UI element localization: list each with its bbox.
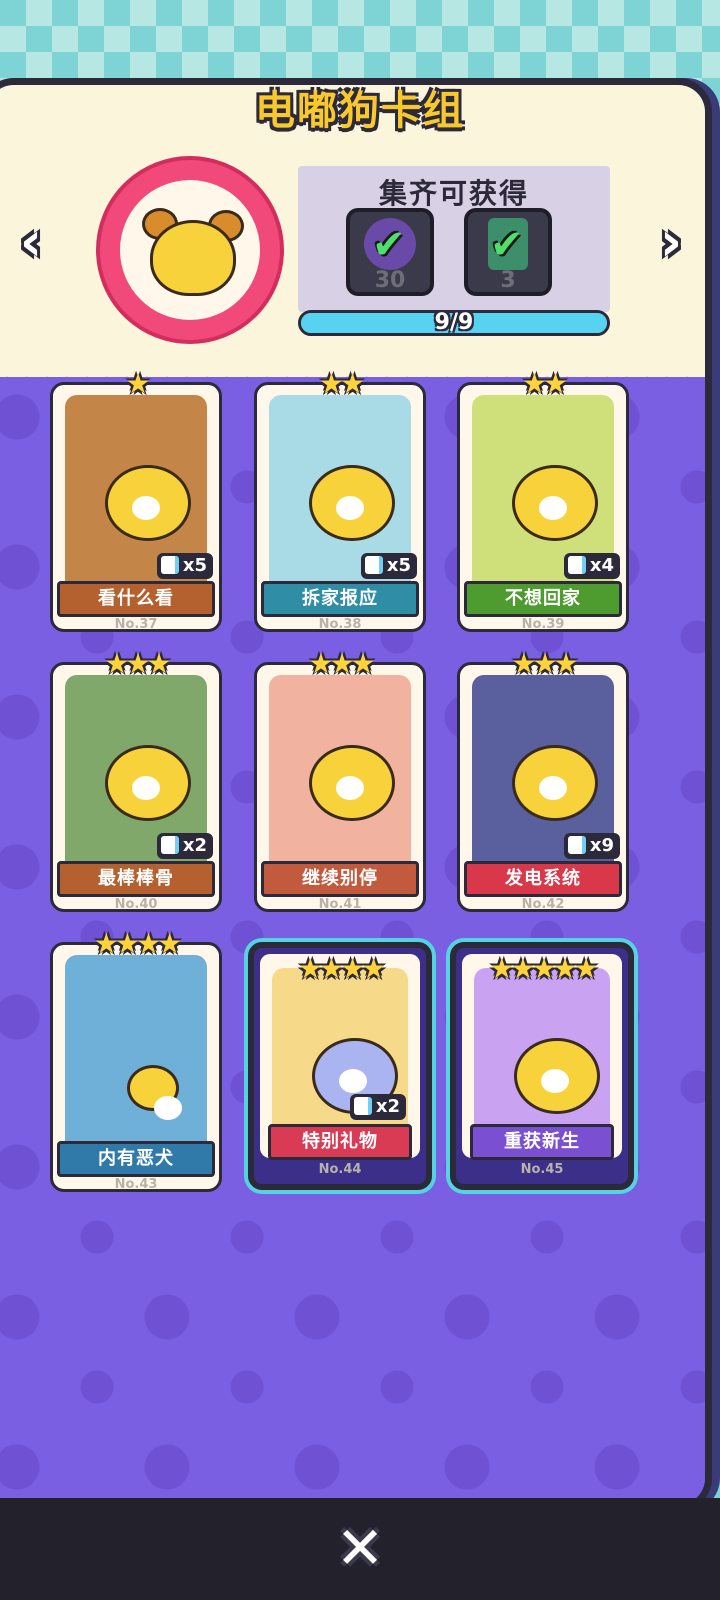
dog-icon	[309, 745, 395, 821]
card-number: No.40	[114, 897, 158, 912]
card-name-ribbon: 看什么看	[57, 581, 215, 617]
card-number: No.44	[318, 1162, 362, 1177]
card-count-badge: x5	[360, 553, 417, 579]
card-number: No.38	[318, 617, 362, 632]
card-count-badge: x4	[563, 553, 620, 579]
checkmark-icon: ✔	[490, 222, 524, 268]
checkmark-icon: ✔	[372, 222, 406, 268]
card-name-ribbon: 特别礼物	[268, 1124, 412, 1160]
card-name-ribbon: 重获新生	[470, 1124, 614, 1160]
card-copy-icon	[160, 836, 179, 854]
reward-count: 3	[500, 268, 516, 293]
reward-count: 30	[374, 268, 406, 293]
dog-icon	[105, 745, 191, 821]
card-stars: ★★★	[511, 647, 578, 680]
card-count-badge: x9	[563, 833, 620, 859]
next-deck-chevron-right-icon[interactable]: ›	[648, 212, 694, 272]
card-count-badge: x2	[156, 833, 213, 859]
deck-badge-dog-icon	[120, 180, 260, 320]
dog-icon	[512, 465, 598, 541]
card-no-39[interactable]: ★★ x4 不想回家 No.39	[457, 367, 629, 632]
card-name-ribbon: 继续别停	[261, 861, 419, 897]
reward-title: 集齐可获得	[378, 177, 529, 210]
card-no-38[interactable]: ★★ x5 拆家报应 No.38	[254, 367, 426, 632]
dog-icon	[309, 465, 395, 541]
close-icon[interactable]: ✕	[332, 1519, 388, 1577]
card-art	[269, 675, 411, 865]
card-stars: ★★★	[308, 647, 375, 680]
card-count-badge: x5	[156, 553, 213, 579]
card-no-41[interactable]: ★★★ 继续别停 No.41	[254, 647, 426, 912]
card-stars: ★★	[521, 367, 568, 400]
card-number: No.41	[318, 897, 362, 912]
reward-item-card-back[interactable]: ✔ 3	[464, 208, 552, 296]
card-stars: ★★★★★	[489, 952, 599, 985]
card-number: No.39	[521, 617, 565, 632]
card-copy-icon	[364, 556, 383, 574]
card-copy-icon	[160, 556, 179, 574]
card-name-ribbon: 不想回家	[464, 581, 622, 617]
card-count-badge: x2	[349, 1094, 406, 1120]
card-no-42[interactable]: ★★★ x9 发电系统 No.42	[457, 647, 629, 912]
dog-face	[150, 220, 236, 296]
card-art	[65, 955, 207, 1145]
card-name-ribbon: 最棒棒骨	[57, 861, 215, 897]
progress-text: 9/9	[434, 310, 474, 335]
card-stars: ★★★	[104, 647, 171, 680]
deck-badge	[96, 156, 284, 344]
card-name-ribbon: 发电系统	[464, 861, 622, 897]
card-no-45[interactable]: ★★★★★ 重获新生 No.45	[450, 942, 634, 1190]
card-no-40[interactable]: ★★★ x2 最棒棒骨 No.40	[50, 647, 222, 912]
card-number: No.45	[520, 1162, 564, 1177]
card-stars: ★	[125, 367, 150, 400]
card-stars: ★★	[318, 367, 365, 400]
dog-icon	[514, 1038, 600, 1114]
card-number: No.37	[114, 617, 158, 632]
reward-item-avatar-frame[interactable]: ✔ 30	[346, 208, 434, 296]
card-number: No.43	[114, 1177, 158, 1192]
dog-icon	[512, 745, 598, 821]
collection-progress-bar: 9/9	[298, 310, 610, 336]
card-no-44[interactable]: ★★★★ x2 特别礼物 No.44	[248, 942, 432, 1190]
card-stars: ★★★★	[297, 952, 386, 985]
dog-icon	[105, 465, 191, 541]
card-copy-icon	[567, 556, 586, 574]
deck-title: 电嘟狗卡组	[255, 88, 465, 134]
card-number: No.42	[521, 897, 565, 912]
card-no-43[interactable]: ★★★★ 内有恶犬 No.43	[50, 927, 222, 1192]
card-name-ribbon: 内有恶犬	[57, 1141, 215, 1177]
card-stars: ★★★★	[93, 927, 182, 960]
card-copy-icon	[353, 1097, 372, 1115]
card-no-37[interactable]: ★ x5 看什么看 No.37	[50, 367, 222, 632]
card-name-ribbon: 拆家报应	[261, 581, 419, 617]
prev-deck-chevron-left-icon[interactable]: ‹	[8, 212, 54, 272]
collection-reward-box: 集齐可获得 ✔ 30 ✔ 3	[298, 166, 610, 312]
card-art	[474, 968, 610, 1128]
dog-icon	[127, 1065, 182, 1120]
card-copy-icon	[567, 836, 586, 854]
